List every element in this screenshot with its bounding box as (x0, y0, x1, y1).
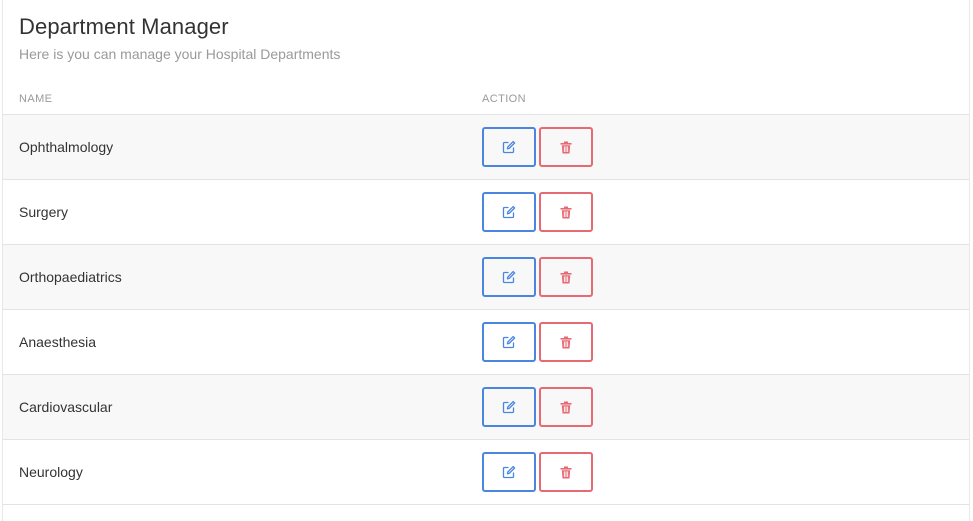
delete-button[interactable] (539, 322, 593, 362)
table-row: Anaesthesia (3, 310, 969, 375)
edit-icon (502, 400, 516, 414)
delete-button[interactable] (539, 452, 593, 492)
table-row: Surgery (3, 180, 969, 245)
department-name: Anaesthesia (19, 334, 97, 350)
table-row: Neurology (3, 440, 969, 505)
page-title: Department Manager (19, 14, 229, 39)
trash-icon (560, 271, 572, 284)
department-name: Neurology (19, 464, 83, 480)
column-header-action: ACTION (482, 93, 526, 105)
trash-icon (560, 466, 572, 479)
trash-icon (560, 401, 572, 414)
table-body: Ophthalmology Surgery Orthopaediatrics A… (3, 115, 969, 505)
trash-icon (560, 141, 572, 154)
delete-button[interactable] (539, 257, 593, 297)
page-subtitle: Here is you can manage your Hospital Dep… (19, 46, 341, 62)
trash-icon (560, 206, 572, 219)
table-row: Ophthalmology (3, 115, 969, 180)
departments-table: NAME ACTION Ophthalmology Surgery Orthop… (3, 88, 969, 505)
edit-icon (502, 335, 516, 349)
table-header: NAME ACTION (3, 88, 969, 115)
department-name: Ophthalmology (19, 139, 114, 155)
edit-button[interactable] (482, 192, 536, 232)
edit-button[interactable] (482, 127, 536, 167)
trash-icon (560, 336, 572, 349)
edit-button[interactable] (482, 322, 536, 362)
department-manager-panel: Department Manager Here is you can manag… (2, 0, 970, 521)
edit-icon (502, 140, 516, 154)
edit-button[interactable] (482, 452, 536, 492)
table-row: Cardiovascular (3, 375, 969, 440)
department-name: Surgery (19, 204, 69, 220)
table-row: Orthopaediatrics (3, 245, 969, 310)
edit-icon (502, 270, 516, 284)
edit-icon (502, 465, 516, 479)
department-name: Orthopaediatrics (19, 269, 122, 285)
delete-button[interactable] (539, 387, 593, 427)
delete-button[interactable] (539, 127, 593, 167)
department-name: Cardiovascular (19, 399, 113, 415)
edit-button[interactable] (482, 387, 536, 427)
delete-button[interactable] (539, 192, 593, 232)
edit-icon (502, 205, 516, 219)
column-header-name: NAME (19, 93, 53, 105)
edit-button[interactable] (482, 257, 536, 297)
